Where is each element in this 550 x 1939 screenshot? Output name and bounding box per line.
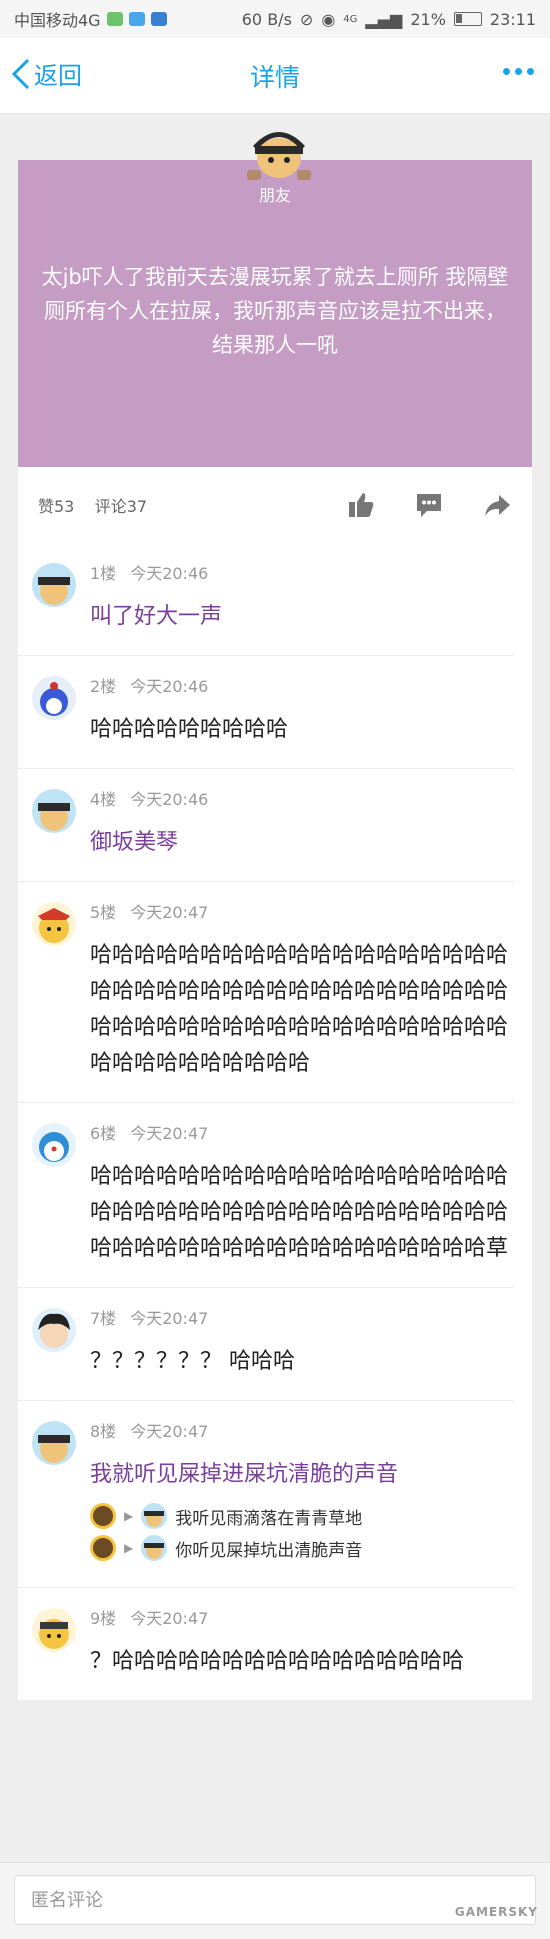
- comment-text: 御坂美琴: [90, 830, 179, 855]
- arrow-right-icon: ▶: [124, 1509, 134, 1523]
- back-button[interactable]: 返回: [12, 56, 82, 91]
- comment-text: 我就听见屎掉进屎坑清脆的声音: [90, 1462, 399, 1487]
- more-menu-button[interactable]: [503, 68, 534, 75]
- comment-floor: 5楼: [90, 903, 117, 922]
- commenter-avatar: [32, 1421, 76, 1465]
- commenter-avatar: [32, 789, 76, 833]
- comment-count: 评论37: [94, 497, 148, 516]
- comment-time: 今天20:46: [130, 564, 209, 583]
- commenter-avatar: [32, 1608, 76, 1652]
- comment-item: 9楼 今天20:47 ？哈哈哈哈哈哈哈哈哈哈哈哈哈哈哈哈: [18, 1588, 514, 1700]
- comment-item: 5楼 今天20:47 哈哈哈哈哈哈哈哈哈哈哈哈哈哈哈哈哈哈哈哈哈哈哈哈哈哈哈哈哈哈…: [18, 882, 514, 1103]
- eye-icon: ◉: [321, 9, 336, 29]
- shield-icon: [150, 12, 167, 26]
- author-avatar: [247, 132, 311, 180]
- post-card: 朋友 太jb吓人了我前天去漫展玩累了就去上厕所 我隔壁厕所有个人在拉屎，我听那声…: [18, 132, 532, 1700]
- status-bar: 中国移动4G 60 B/s ⊘ ◉ 4G ▂▄▆ 21% 23:11: [0, 0, 550, 38]
- comment-text: 哈哈哈哈哈哈哈哈哈哈哈哈哈哈哈哈哈哈哈哈哈哈哈哈哈哈哈哈哈哈哈哈哈哈哈哈哈哈哈哈…: [90, 943, 509, 1076]
- comment-floor: 1楼: [90, 564, 117, 583]
- commenter-avatar: [32, 1123, 76, 1167]
- app-icon: [128, 12, 145, 26]
- nav-bar: 返回 详情: [0, 38, 550, 114]
- comment-time: 今天20:47: [130, 1609, 209, 1628]
- comment-input-bar: 匿名评论: [0, 1862, 550, 1939]
- network-speed: 60 B/s: [241, 9, 292, 29]
- arrow-right-icon: ▶: [124, 1541, 134, 1555]
- comment-text: 叫了好大一声: [90, 604, 223, 629]
- post-body: 朋友 太jb吓人了我前天去漫展玩累了就去上厕所 我隔壁厕所有个人在拉屎，我听那声…: [18, 132, 532, 467]
- comment-time: 今天20:47: [130, 1309, 209, 1328]
- signal-icon: ▂▄▆: [365, 9, 403, 29]
- thumbs-up-icon[interactable]: [346, 490, 376, 520]
- comment-floor: 6楼: [90, 1124, 117, 1143]
- battery-percent: 21%: [410, 9, 446, 29]
- comment-text: 哈哈哈哈哈哈哈哈哈哈哈哈哈哈哈哈哈哈哈哈哈哈哈哈哈哈哈哈哈哈哈哈哈哈哈哈哈哈哈哈…: [90, 1164, 509, 1261]
- reply-target-avatar: [141, 1535, 168, 1561]
- commenter-avatar: [32, 676, 76, 720]
- reply-avatar: [90, 1503, 116, 1529]
- comment-list: 1楼 今天20:46 叫了好大一声 2楼 今天20:46 哈哈哈哈哈哈哈哈哈 4楼今…: [18, 543, 532, 1700]
- like-count: 赞53: [38, 497, 75, 516]
- battery-icon: [453, 12, 482, 26]
- reply-text: 我听见雨滴落在青青草地: [175, 1508, 363, 1529]
- post-stats: 赞53 评论37: [38, 493, 346, 517]
- signal-label: 4G: [343, 13, 358, 25]
- back-label: 返回: [34, 62, 82, 90]
- comment-floor: 2楼: [90, 677, 117, 696]
- comment-floor: 4楼: [90, 790, 117, 809]
- reply-item[interactable]: ▶ 我听见雨滴落在青青草地: [90, 1503, 514, 1529]
- comment-text: ？？？？？？ 哈哈哈: [90, 1349, 295, 1374]
- comment-item: 6楼 今天20:47 哈哈哈哈哈哈哈哈哈哈哈哈哈哈哈哈哈哈哈哈哈哈哈哈哈哈哈哈哈哈…: [18, 1103, 514, 1288]
- comment-item: 1楼 今天20:46 叫了好大一声: [18, 543, 514, 656]
- comment-time: 今天20:47: [130, 903, 209, 922]
- page-title: 详情: [249, 62, 300, 92]
- reply-target-avatar: [141, 1503, 168, 1529]
- comment-time: 今天20:46: [130, 677, 209, 696]
- comment-text: ？哈哈哈哈哈哈哈哈哈哈哈哈哈哈哈哈: [90, 1649, 465, 1674]
- post-actions: 赞53 评论37: [18, 467, 532, 543]
- dot-icon: [527, 68, 534, 75]
- comment-floor: 7楼: [90, 1309, 117, 1328]
- clock: 23:11: [489, 9, 536, 29]
- commenter-avatar: [32, 563, 76, 607]
- reply-text: 你听见屎掉坑出清脆声音: [175, 1540, 363, 1561]
- watermark: GAMERSKY: [454, 1905, 538, 1919]
- post-author: 朋友: [258, 186, 291, 205]
- wechat-icon: [106, 12, 123, 26]
- comment-item: 2楼 今天20:46 哈哈哈哈哈哈哈哈哈: [18, 656, 514, 769]
- commenter-avatar: [32, 902, 76, 946]
- comment-icon[interactable]: [414, 490, 444, 520]
- comment-floor: 9楼: [90, 1609, 117, 1628]
- dot-icon: [515, 68, 522, 75]
- comment-item: 7楼 今天20:47 ？？？？？？ 哈哈哈: [18, 1288, 514, 1401]
- share-icon[interactable]: [482, 490, 512, 520]
- commenter-avatar: [32, 1308, 76, 1352]
- carrier-label: 中国移动4G: [14, 11, 101, 30]
- chevron-left-icon: [12, 58, 30, 89]
- mute-icon: ⊘: [299, 9, 314, 29]
- reply-list: ▶ 我听见雨滴落在青青草地 ▶ 你听见屎掉坑出清脆声音: [90, 1503, 514, 1561]
- comment-floor: 8楼: [90, 1422, 117, 1441]
- comment-time: 今天20:47: [130, 1124, 209, 1143]
- post-text: 太jb吓人了我前天去漫展玩累了就去上厕所 我隔壁厕所有个人在拉屎，我听那声音应该…: [41, 265, 509, 357]
- dot-icon: [503, 68, 510, 75]
- comment-text: 哈哈哈哈哈哈哈哈哈: [90, 717, 289, 742]
- comment-time: 今天20:47: [130, 1422, 209, 1441]
- reply-item[interactable]: ▶ 你听见屎掉坑出清脆声音: [90, 1535, 514, 1561]
- comment-item: 8楼 今天20:47 我就听见屎掉进屎坑清脆的声音 ▶ 我听见雨滴落在青青草地 ▶: [18, 1401, 514, 1588]
- comment-item: 4楼 今天20:46 御坂美琴: [18, 769, 514, 882]
- comment-time: 今天20:46: [130, 790, 209, 809]
- reply-avatar: [90, 1535, 116, 1561]
